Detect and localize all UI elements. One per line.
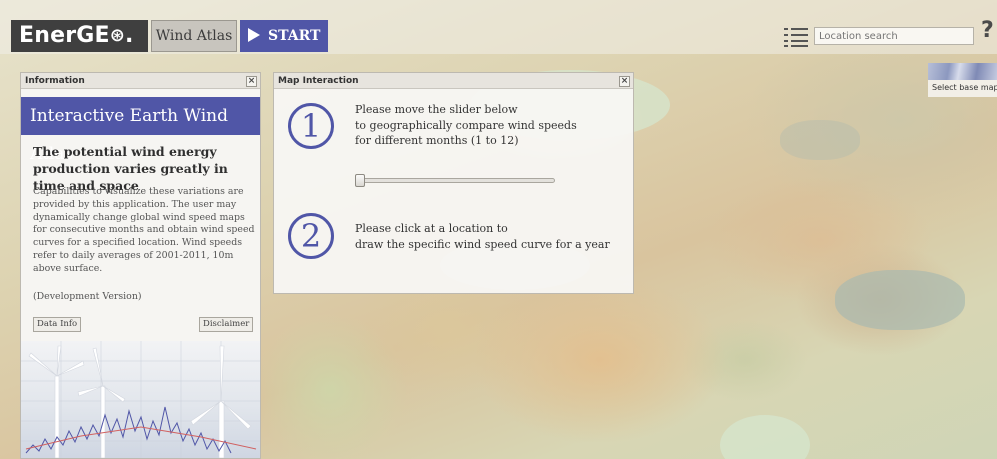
- map-sea-area: [720, 415, 810, 459]
- list-menu-icon[interactable]: [784, 26, 808, 47]
- basemap-selector[interactable]: Select base map: [928, 63, 997, 97]
- energeo-logo[interactable]: EnerGE⊛.: [11, 20, 148, 52]
- wind-atlas-button[interactable]: Wind Atlas: [151, 20, 237, 52]
- month-slider-handle[interactable]: [355, 174, 365, 187]
- start-button[interactable]: START: [240, 20, 328, 52]
- close-icon[interactable]: ×: [619, 76, 630, 87]
- step-1-line: to geographically compare wind speeds: [355, 118, 577, 132]
- info-description: Capabilities to visualize these variatio…: [33, 186, 255, 274]
- month-slider-track[interactable]: [355, 178, 555, 183]
- step-1-line: for different months (1 to 12): [355, 134, 519, 147]
- step-2-number: 2: [288, 213, 334, 259]
- month-slider[interactable]: [355, 174, 555, 187]
- map-plateau-area: [780, 120, 860, 160]
- data-info-button[interactable]: Data Info: [33, 317, 82, 332]
- disclaimer-button[interactable]: Disclaimer: [199, 317, 254, 332]
- globe-icon: ⊛: [109, 25, 126, 46]
- map-interaction-panel: Map Interaction × 1 Please move the slid…: [273, 72, 634, 294]
- basemap-label: Select base map: [932, 83, 997, 92]
- wind-turbines-image: [21, 341, 260, 458]
- step-1-instructions: Please move the slider below to geograph…: [355, 102, 577, 149]
- map-interaction-panel-header[interactable]: Map Interaction ×: [274, 73, 633, 89]
- step-2-line: Please click at a location to: [355, 222, 508, 235]
- close-icon[interactable]: ×: [246, 76, 257, 87]
- step-2-instructions: Please click at a location to draw the s…: [355, 221, 610, 252]
- location-search-input[interactable]: [814, 27, 974, 45]
- start-label: START: [268, 28, 321, 44]
- map-plateau-area: [835, 270, 965, 330]
- info-title-banner: Interactive Earth Wind Atlas: [21, 97, 260, 164]
- top-bar: EnerGE⊛. Wind Atlas START ?: [0, 0, 997, 54]
- development-version-note: (Development Version): [33, 291, 142, 302]
- basemap-thumbnail[interactable]: [928, 63, 997, 80]
- logo-suffix: .: [125, 23, 134, 48]
- step-1-line: Please move the slider below: [355, 103, 518, 116]
- wind-turbines-illustration: [21, 341, 260, 458]
- information-panel-title: Information: [25, 76, 85, 86]
- step-2-line: draw the specific wind speed curve for a…: [355, 237, 610, 251]
- help-icon[interactable]: ?: [981, 18, 997, 43]
- step-1-number: 1: [288, 103, 334, 149]
- logo-text: EnerGE: [19, 23, 110, 48]
- map-interaction-panel-title: Map Interaction: [278, 76, 359, 86]
- play-icon: [248, 28, 260, 42]
- information-panel-header[interactable]: Information ×: [21, 73, 260, 89]
- information-panel: Information × Interactive Earth Wind Atl…: [20, 72, 261, 459]
